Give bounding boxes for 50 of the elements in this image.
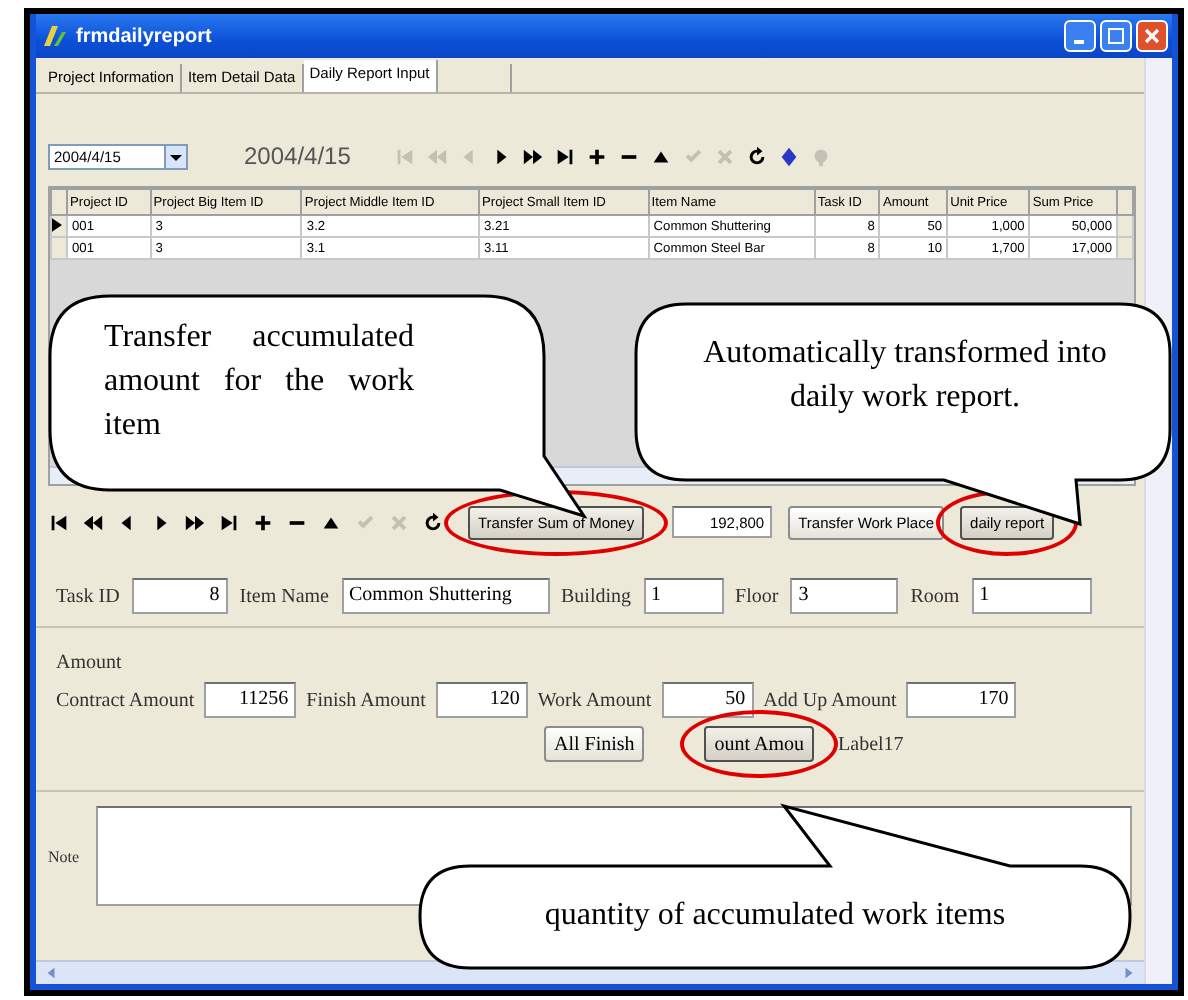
field-label: Floor bbox=[735, 585, 779, 607]
scroll-left-icon[interactable] bbox=[44, 966, 58, 980]
scroll-right-icon[interactable] bbox=[1122, 966, 1136, 980]
input-field[interactable]: 1 bbox=[643, 578, 724, 614]
app-icon bbox=[40, 22, 68, 50]
input-field[interactable]: 11256 bbox=[204, 682, 297, 718]
action-button[interactable]: All Finish bbox=[544, 726, 645, 762]
maximize-icon bbox=[1108, 28, 1124, 44]
field-label: Task ID bbox=[56, 585, 120, 607]
input-field[interactable]: 120 bbox=[435, 682, 528, 718]
callout-text: Transfer accumulated amount for the work item bbox=[104, 318, 414, 446]
plus-icon[interactable] bbox=[252, 511, 274, 533]
plus-icon[interactable] bbox=[586, 145, 609, 167]
row-header[interactable] bbox=[51, 215, 67, 237]
field-label: Item Name bbox=[239, 585, 329, 607]
fast-forward-icon[interactable] bbox=[184, 511, 206, 533]
maximize-button[interactable] bbox=[1100, 20, 1132, 52]
last-record-icon[interactable] bbox=[218, 511, 240, 533]
last-record-icon[interactable] bbox=[554, 145, 577, 167]
input-field[interactable]: 8 bbox=[131, 578, 228, 614]
diamond-icon[interactable] bbox=[778, 145, 801, 167]
date-label: 2004/4/15 bbox=[244, 142, 351, 170]
field-label: Finish Amount bbox=[306, 689, 426, 711]
input-field[interactable]: 3 bbox=[790, 578, 899, 614]
close-button[interactable] bbox=[1136, 20, 1168, 52]
field-label: Contract Amount bbox=[56, 689, 195, 711]
input-field[interactable]: 50 bbox=[661, 682, 754, 718]
status-label: Label17 bbox=[838, 733, 904, 755]
caret-icon[interactable] bbox=[164, 145, 186, 167]
refresh-icon[interactable] bbox=[746, 145, 769, 167]
close-icon bbox=[1144, 28, 1160, 44]
field-label: Note bbox=[48, 847, 80, 865]
fast-forward-icon[interactable] bbox=[522, 145, 545, 167]
callout-text: Automatically transformed into daily work report. bbox=[701, 334, 1109, 418]
field-label: Building bbox=[561, 585, 632, 607]
field-label: Room bbox=[910, 585, 960, 607]
callout-text: quantity of accumulated work items bbox=[542, 896, 1008, 936]
refresh-icon[interactable] bbox=[422, 511, 444, 533]
input-field[interactable]: Common Shuttering bbox=[341, 578, 549, 614]
input-field[interactable]: 170 bbox=[906, 682, 1017, 718]
group-title: Amount bbox=[56, 652, 124, 674]
window-title: frmdailyreport bbox=[76, 25, 212, 47]
rewind-icon[interactable] bbox=[82, 511, 104, 533]
action-button[interactable]: ount Amou bbox=[704, 726, 815, 762]
minimize-button[interactable] bbox=[1064, 20, 1096, 52]
input-field[interactable]: 1 bbox=[971, 578, 1092, 614]
first-record-icon[interactable] bbox=[48, 511, 70, 533]
current-row-icon bbox=[52, 217, 62, 231]
field-label: Work Amount bbox=[537, 689, 652, 711]
field-label: Add Up Amount bbox=[763, 689, 897, 711]
